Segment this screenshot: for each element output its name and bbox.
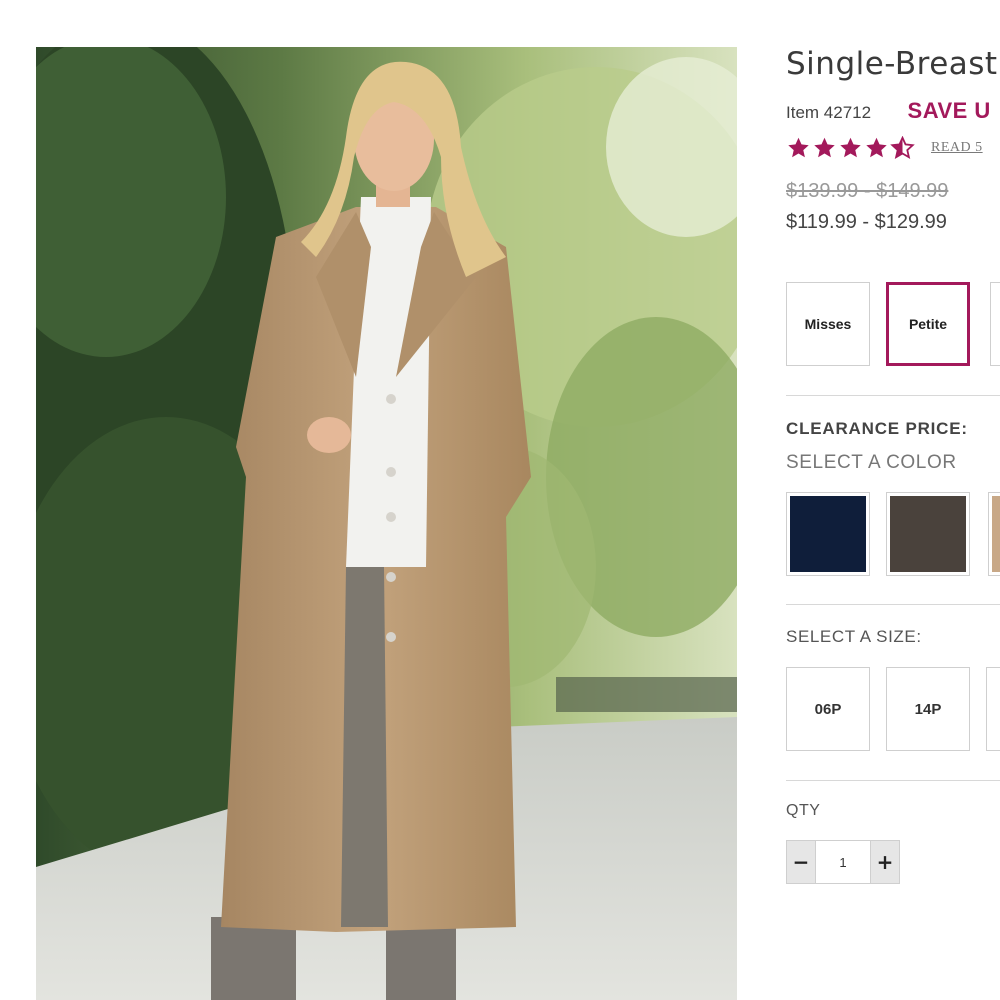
original-price: $139.99 - $149.99 (786, 180, 949, 202)
fit-option-petite[interactable]: Petite (886, 282, 970, 366)
minus-icon[interactable]: − (787, 841, 815, 883)
divider (786, 395, 1000, 396)
fit-option-more[interactable] (990, 282, 1000, 366)
half-star-icon (890, 136, 915, 160)
product-info-panel: Single-Breast Item 42712 SAVE U READ 5 $… (786, 0, 1000, 1000)
quantity-input[interactable] (815, 841, 871, 883)
color-swatch-brown[interactable] (886, 492, 970, 576)
product-image (36, 47, 737, 1000)
rating-row: READ 5 (786, 136, 983, 160)
swatch-fill (992, 496, 1000, 572)
star-icon (788, 137, 809, 158)
divider (786, 780, 1000, 781)
current-price: $119.99 - $129.99 (786, 211, 947, 233)
read-reviews-link[interactable]: READ 5 (931, 140, 983, 156)
swatch-fill (790, 496, 866, 572)
clearance-price-label: CLEARANCE PRICE: (786, 419, 968, 438)
size-option-more[interactable] (986, 667, 1000, 751)
save-badge: SAVE U (907, 98, 991, 123)
select-color-label: SELECT A COLOR (786, 452, 957, 473)
qty-label: QTY (786, 802, 821, 819)
star-icon (866, 137, 887, 158)
select-size-label: SELECT A SIZE: (786, 627, 922, 646)
quantity-stepper: − + (786, 840, 900, 884)
star-icon (840, 137, 861, 158)
fit-option-misses[interactable]: Misses (786, 282, 870, 366)
size-option-14p[interactable]: 14P (886, 667, 970, 751)
star-rating (786, 136, 915, 160)
product-photo[interactable] (36, 47, 737, 1000)
product-title: Single-Breast (786, 46, 998, 82)
item-number: Item 42712 (786, 103, 872, 122)
plus-icon[interactable]: + (871, 841, 899, 883)
color-swatch-camel[interactable] (988, 492, 1000, 576)
divider (786, 604, 1000, 605)
star-icon (814, 137, 835, 158)
item-line: Item 42712 SAVE U (786, 98, 991, 124)
swatch-fill (890, 496, 966, 572)
size-option-06p[interactable]: 06P (786, 667, 870, 751)
color-swatch-navy[interactable] (786, 492, 870, 576)
